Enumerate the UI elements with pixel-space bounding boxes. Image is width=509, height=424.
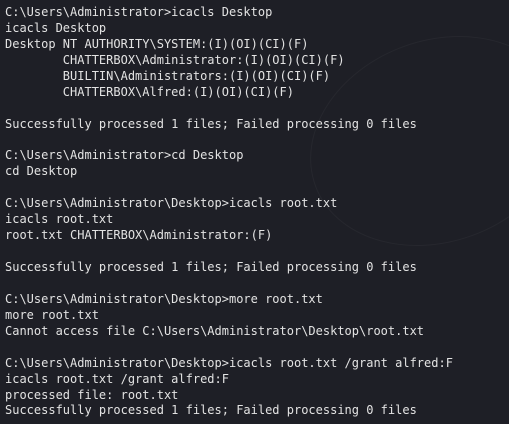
terminal-line: C:\Users\Administrator>cd Desktop — [5, 148, 244, 163]
terminal-line: Cannot access file C:\Users\Administrato… — [5, 323, 425, 338]
terminal-line: BUILTIN\Administrators:(I)(OI)(CI)(F) — [5, 68, 331, 83]
terminal-line: processed file: root.txt — [5, 387, 179, 402]
terminal-line: C:\Users\Administrator\Desktop>icacls ro… — [5, 196, 338, 211]
terminal-line: C:\Users\Administrator>icacls Desktop — [5, 5, 273, 19]
terminal-line: icacls root.txt /grant alfred:F — [5, 371, 229, 386]
terminal-line: CHATTERBOX\Administrator:(I)(OI)(CI)(F) — [5, 52, 345, 67]
terminal-line: Successfully processed 1 files; Failed p… — [5, 260, 417, 274]
terminal-line: Successfully processed 1 files; Failed p… — [5, 116, 417, 131]
terminal-line: Successfully processed 1 files; Failed p… — [5, 403, 417, 418]
terminal-line: C:\Users\Administrator\Desktop>icacls ro… — [5, 355, 453, 370]
terminal-line: root.txt CHATTERBOX\Administrator:(F) — [5, 228, 273, 243]
terminal-line: icacls root.txt — [5, 212, 114, 227]
terminal-line: more root.txt — [5, 307, 99, 322]
terminal-line: CHATTERBOX\Alfred:(I)(OI)(CI)(F) — [5, 84, 294, 99]
terminal-line: C:\Users\Administrator\Desktop>more root… — [5, 291, 323, 306]
terminal-line: cd Desktop — [5, 164, 78, 179]
terminal-line: Desktop NT AUTHORITY\SYSTEM:(I)(OI)(CI)(… — [5, 36, 309, 51]
terminal-window[interactable]: C:\Users\Administrator>icacls Desktop ic… — [0, 0, 509, 424]
terminal-line: icacls Desktop — [5, 20, 107, 35]
